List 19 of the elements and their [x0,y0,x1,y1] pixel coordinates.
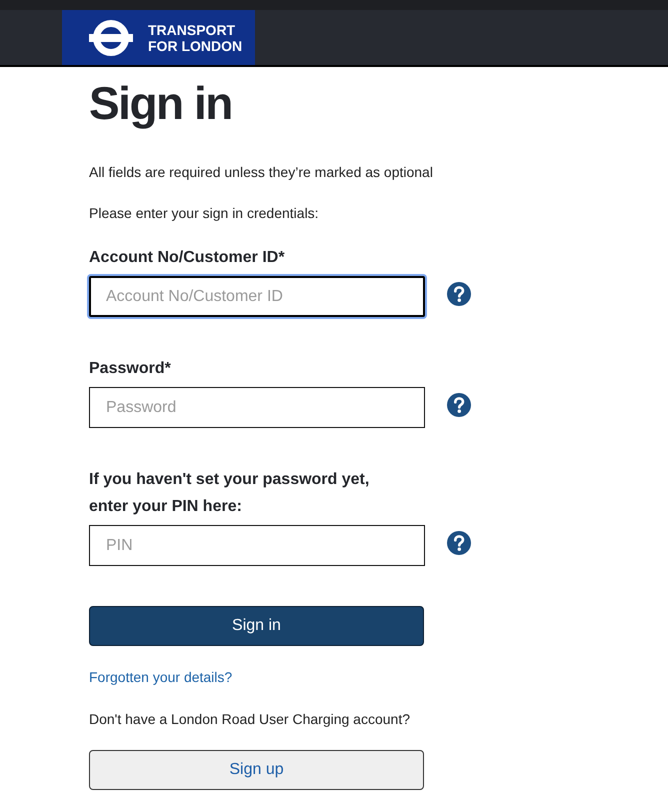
help-icon[interactable] [447,392,471,416]
logo-link[interactable]: TRANSPORT FOR LONDON [62,10,255,65]
help-icon[interactable] [447,282,471,306]
password-field[interactable]: Password [89,387,425,428]
field-label: Password* [89,359,171,379]
intro-text: All fields are required unless they’re marked as optional [89,163,433,182]
roundel-icon [89,20,133,56]
forgotten-details-link[interactable]: Forgotten your details? [89,667,232,687]
page-title: Sign in [89,78,232,129]
pin-field[interactable]: PIN [89,525,425,566]
sign-up-button[interactable]: Sign up [89,750,424,790]
help-icon[interactable] [447,530,471,554]
field-label: If you haven't set your password yet, enter your PIN here: [89,470,370,517]
account-id-field[interactable]: Account No/Customer ID [89,276,425,317]
logo-text: TRANSPORT FOR LONDON [148,22,242,54]
field-label: Account No/Customer ID* [89,248,285,268]
sign-in-button[interactable]: Sign in [89,606,424,646]
intro-text: Please enter your sign in credentials: [89,204,319,223]
signup-prompt-text: Don't have a London Road User Charging account? [89,710,410,729]
